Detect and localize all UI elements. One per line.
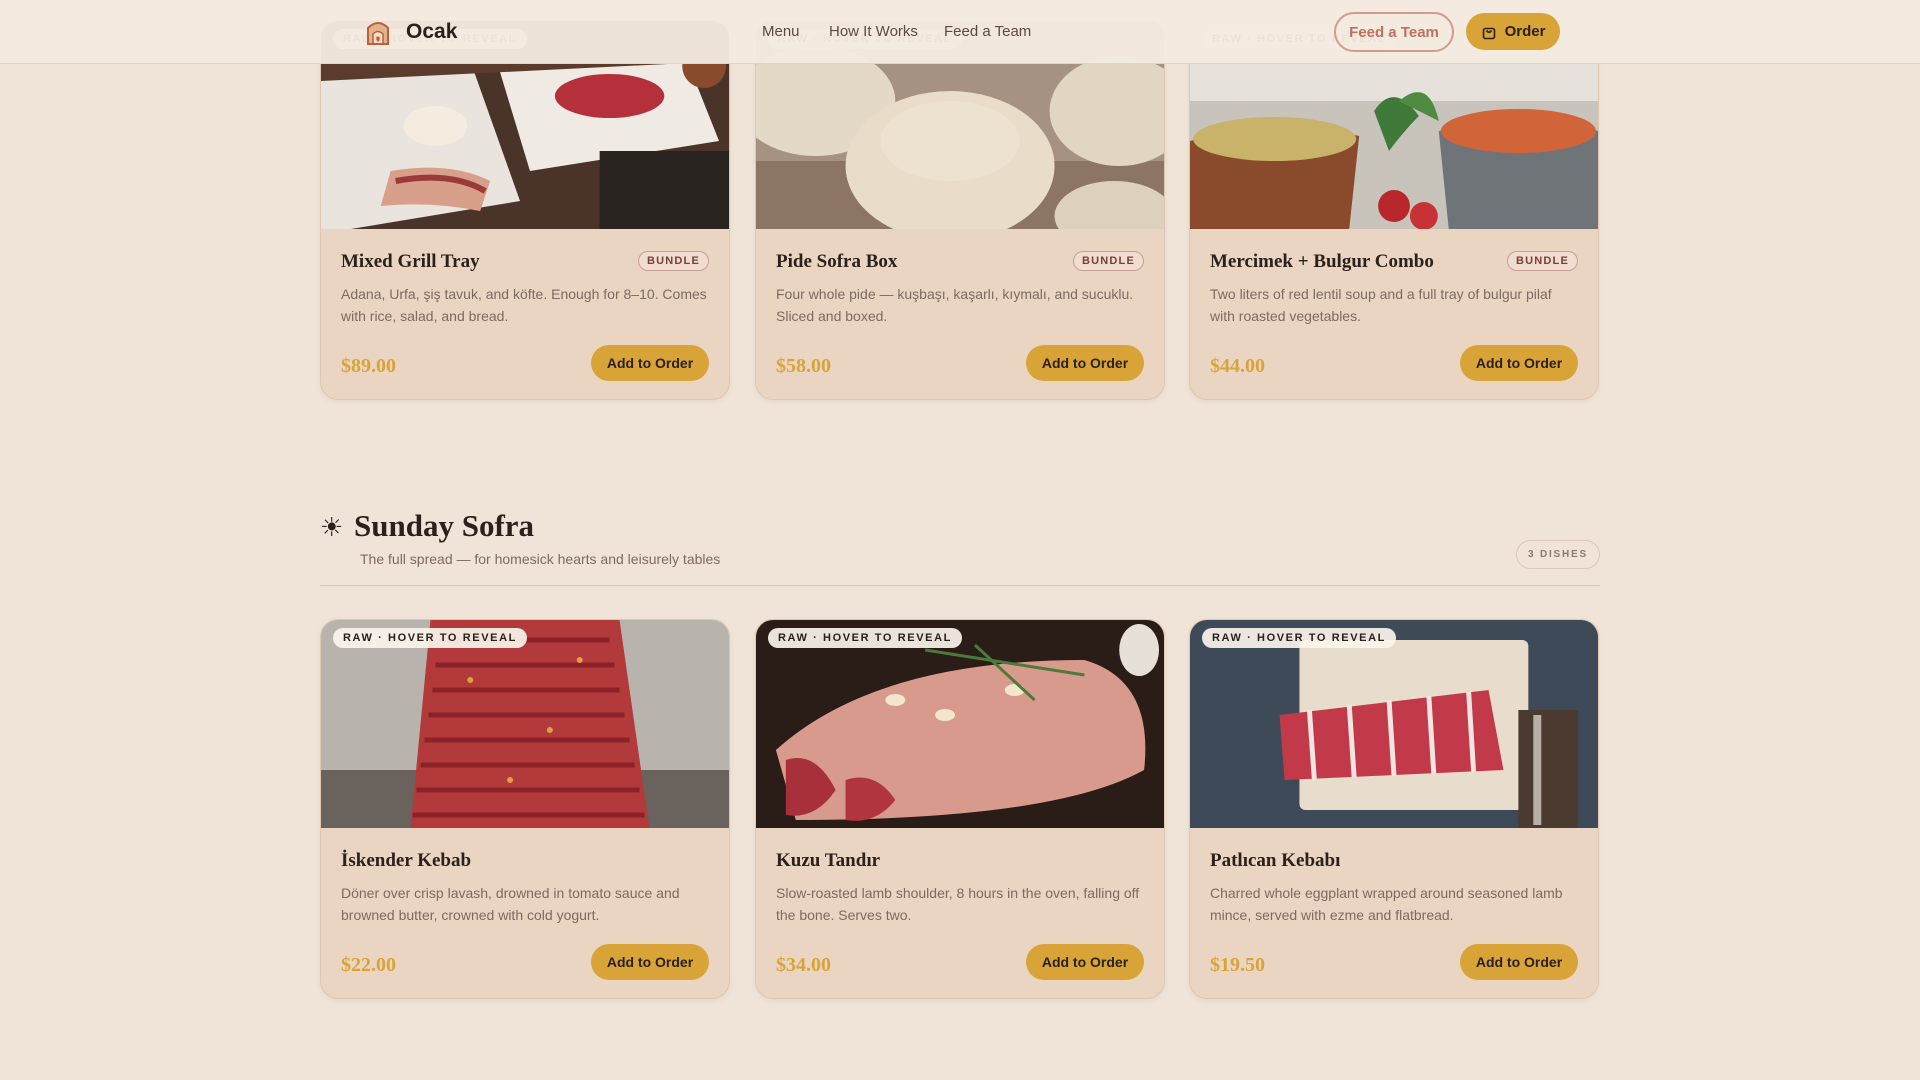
raw-badge: RAW · HOVER TO REVEAL	[768, 628, 962, 648]
dish-description: Slow-roasted lamb shoulder, 8 hours in t…	[776, 885, 1140, 923]
nav-how-it-works[interactable]: How It Works	[829, 23, 918, 40]
dish-description: Adana, Urfa, şiş tavuk, and köfte. Enoug…	[341, 286, 707, 324]
menu-card: RAW · HOVER TO REVEAL Kuzu Tandır Slow-r…	[755, 619, 1165, 999]
add-to-order-button[interactable]: Add to Order	[1460, 944, 1578, 980]
menu-card: RAW · HOVER TO REVEAL Mercimek + Bulgur …	[1189, 20, 1599, 400]
add-to-order-button[interactable]: Add to Order	[591, 345, 709, 381]
sun-icon: ☀	[320, 512, 344, 542]
dish-price: $22.00	[341, 954, 396, 976]
section-title: Sunday Sofra	[354, 508, 535, 543]
nav-menu[interactable]: Menu	[762, 23, 800, 40]
dish-title: Mercimek + Bulgur Combo	[1210, 251, 1434, 272]
order-button-label: Order	[1504, 23, 1546, 40]
dish-title: Patlıcan Kebabı	[1210, 850, 1341, 871]
card-body: Patlıcan Kebabı Charred whole eggplant w…	[1190, 828, 1598, 998]
dish-image-patlican-kebabi[interactable]: RAW · HOVER TO REVEAL	[1190, 620, 1598, 828]
menu-card: RAW · HOVER TO REVEAL Mixed Grill Tray B…	[320, 20, 730, 400]
dish-image-kuzu-tandir[interactable]: RAW · HOVER TO REVEAL	[756, 620, 1164, 828]
feed-a-team-button[interactable]: Feed a Team	[1334, 12, 1454, 52]
menu-card: RAW · HOVER TO REVEAL İskender Kebab Dön…	[320, 619, 730, 999]
card-body: Mixed Grill Tray BUNDLE Adana, Urfa, şiş…	[321, 229, 729, 399]
raw-badge: RAW · HOVER TO REVEAL	[333, 628, 527, 648]
brand-name: Ocak	[406, 20, 458, 43]
card-body: Pide Sofra Box BUNDLE Four whole pide — …	[756, 229, 1164, 399]
lamb-chops-image	[1190, 620, 1598, 828]
section-subtitle: The full spread — for homesick hearts an…	[360, 551, 721, 567]
shopping-bag-icon	[1482, 27, 1495, 39]
dish-description: Charred whole eggplant wrapped around se…	[1210, 885, 1563, 923]
dish-title: Pide Sofra Box	[776, 251, 898, 272]
dish-description: Four whole pide — kuşbaşı, kaşarlı, kıym…	[776, 286, 1134, 324]
add-to-order-button[interactable]: Add to Order	[1026, 345, 1144, 381]
lamb-shoulder-image	[756, 620, 1164, 828]
add-to-order-button[interactable]: Add to Order	[1460, 345, 1578, 381]
dish-price: $58.00	[776, 355, 831, 377]
menu-card: RAW · HOVER TO REVEAL Patlıcan Kebabı Ch…	[1189, 619, 1599, 999]
section-divider	[320, 585, 1600, 586]
add-to-order-button[interactable]: Add to Order	[1026, 944, 1144, 980]
dish-image-iskender[interactable]: RAW · HOVER TO REVEAL	[321, 620, 729, 828]
dish-description: Döner over crisp lavash, drowned in toma…	[341, 885, 680, 923]
dish-count-badge: 3 DISHES	[1516, 540, 1600, 569]
card-body: Kuzu Tandır Slow-roasted lamb shoulder, …	[756, 828, 1164, 998]
site-header: Ocak Menu How It Works Feed a Team Feed …	[0, 0, 1920, 64]
dish-title: Mixed Grill Tray	[341, 251, 480, 272]
dish-price: $34.00	[776, 954, 831, 976]
dish-price: $19.50	[1210, 954, 1265, 976]
card-body: Mercimek + Bulgur Combo BUNDLE Two liter…	[1190, 229, 1598, 399]
raw-badge: RAW · HOVER TO REVEAL	[1202, 628, 1396, 648]
menu-card: RAW · HOVER TO REVEAL Pide Sofra Box BUN…	[755, 20, 1165, 400]
doner-meat-image	[321, 620, 729, 828]
dish-title: İskender Kebab	[341, 850, 472, 871]
bundle-badge: BUNDLE	[637, 251, 709, 271]
dish-title: Kuzu Tandır	[776, 850, 881, 871]
card-body: İskender Kebab Döner over crisp lavash, …	[321, 828, 729, 998]
nav-feed-a-team[interactable]: Feed a Team	[944, 23, 1031, 40]
add-to-order-button[interactable]: Add to Order	[591, 944, 709, 980]
bundle-badge: BUNDLE	[1072, 251, 1144, 271]
bundle-badge: BUNDLE	[1506, 251, 1578, 271]
brand[interactable]: Ocak	[364, 18, 457, 46]
ocak-logo-icon	[367, 22, 389, 45]
dish-price: $44.00	[1210, 355, 1265, 377]
dish-price: $89.00	[341, 355, 396, 377]
order-button[interactable]: Order	[1466, 13, 1560, 50]
dish-description: Two liters of red lentil soup and a full…	[1210, 286, 1552, 324]
